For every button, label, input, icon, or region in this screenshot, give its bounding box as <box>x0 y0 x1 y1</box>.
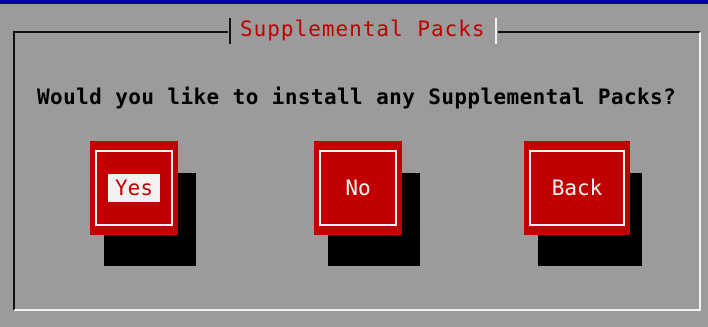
top-strip <box>0 0 708 4</box>
no-button[interactable]: No <box>314 141 420 266</box>
yes-label-text: Yes <box>108 174 160 202</box>
back-button-face[interactable]: Back <box>524 141 630 235</box>
no-button-label: No <box>314 175 402 201</box>
yes-button[interactable]: Yes <box>90 141 196 266</box>
yes-button-label: Yes <box>90 174 178 202</box>
back-button[interactable]: Back <box>524 141 642 266</box>
back-label-text: Back <box>551 176 603 200</box>
dialog-question: Would you like to install any Supplement… <box>37 85 677 109</box>
no-button-face[interactable]: No <box>314 141 402 235</box>
installer-screen: Supplemental Packs Would you like to ins… <box>0 0 708 327</box>
yes-button-face[interactable]: Yes <box>90 141 178 235</box>
dialog-title-box: Supplemental Packs <box>228 14 498 44</box>
dialog-title: Supplemental Packs <box>240 17 486 41</box>
no-label-text: No <box>345 176 371 200</box>
back-button-label: Back <box>524 175 630 201</box>
